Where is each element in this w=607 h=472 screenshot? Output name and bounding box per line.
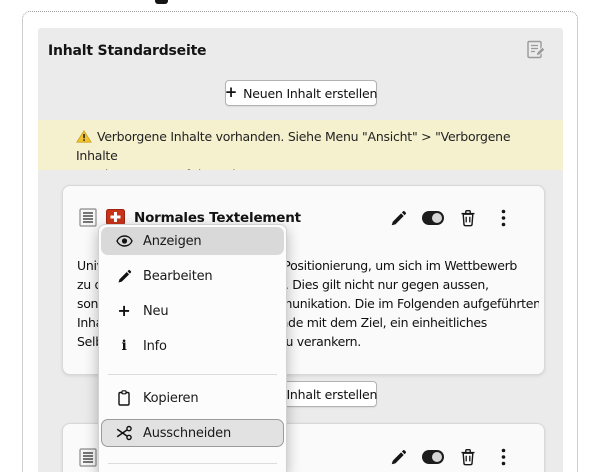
scissors-icon [114, 425, 134, 441]
hidden-content-warning: Verborgene Inhalte vorhanden. Siehe Menu… [38, 120, 563, 170]
block-context-menu: Anzeigen Bearbeiten + Neu i Info [98, 224, 287, 472]
menu-item-label: Info [143, 339, 167, 354]
menu-item-neu[interactable]: + Neu [101, 297, 284, 325]
plus-icon: + [225, 85, 237, 100]
pencil-icon[interactable] [387, 447, 409, 467]
plus-icon: + [114, 303, 134, 319]
warning-line-1: Verborgene Inhalte vorhanden. Siehe Menu… [76, 127, 549, 165]
trash-icon[interactable] [457, 447, 479, 467]
panel-title: Inhalt Standardseite [48, 43, 206, 59]
text-block-icon[interactable] [79, 208, 97, 227]
kebab-menu-icon[interactable] [492, 208, 514, 228]
kebab-menu-icon[interactable] [492, 447, 514, 467]
clipped-page-heading [155, 0, 168, 4]
toggle-knob [432, 452, 442, 462]
toggle-on-icon[interactable] [422, 208, 444, 228]
page-edit-icon[interactable] [525, 39, 546, 60]
swiss-flag-icon [106, 209, 125, 225]
toggle-knob [432, 213, 442, 223]
menu-item-label: Anzeigen [143, 234, 201, 249]
menu-item-label: Bearbeiten [143, 269, 212, 284]
create-content-label: Neuen Inhalt erstellen [243, 86, 377, 101]
page-editor-screen: Inhalt Standardseite + Neuen Inhalt erst… [0, 0, 607, 472]
menu-item-kopieren[interactable]: Kopieren [101, 384, 284, 412]
pencil-icon[interactable] [387, 208, 409, 228]
trash-icon[interactable] [457, 208, 479, 228]
pencil-icon [114, 269, 134, 284]
warning-triangle-icon [76, 130, 92, 143]
menu-divider [108, 374, 277, 375]
eye-icon [114, 235, 134, 247]
menu-item-bearbeiten[interactable]: Bearbeiten [101, 262, 284, 290]
menu-item-anzeigen[interactable]: Anzeigen [101, 227, 284, 255]
menu-item-label: Neu [143, 304, 168, 319]
menu-divider [108, 463, 277, 464]
text-block-icon[interactable] [79, 448, 97, 467]
block-actions [387, 447, 514, 467]
block-actions [387, 208, 514, 228]
warning-line-2: anzeigen" am Kopf der Seite. [76, 165, 549, 170]
menu-item-ausschneiden[interactable]: Ausschneiden [101, 419, 284, 447]
create-content-button-top[interactable]: + Neuen Inhalt erstellen [225, 80, 377, 106]
menu-item-info[interactable]: i Info [101, 332, 284, 360]
toggle-on-icon[interactable] [422, 447, 444, 467]
info-icon: i [114, 339, 134, 353]
menu-item-label: Kopieren [143, 391, 198, 406]
clipboard-icon [114, 390, 134, 406]
menu-item-label: Ausschneiden [143, 426, 231, 441]
